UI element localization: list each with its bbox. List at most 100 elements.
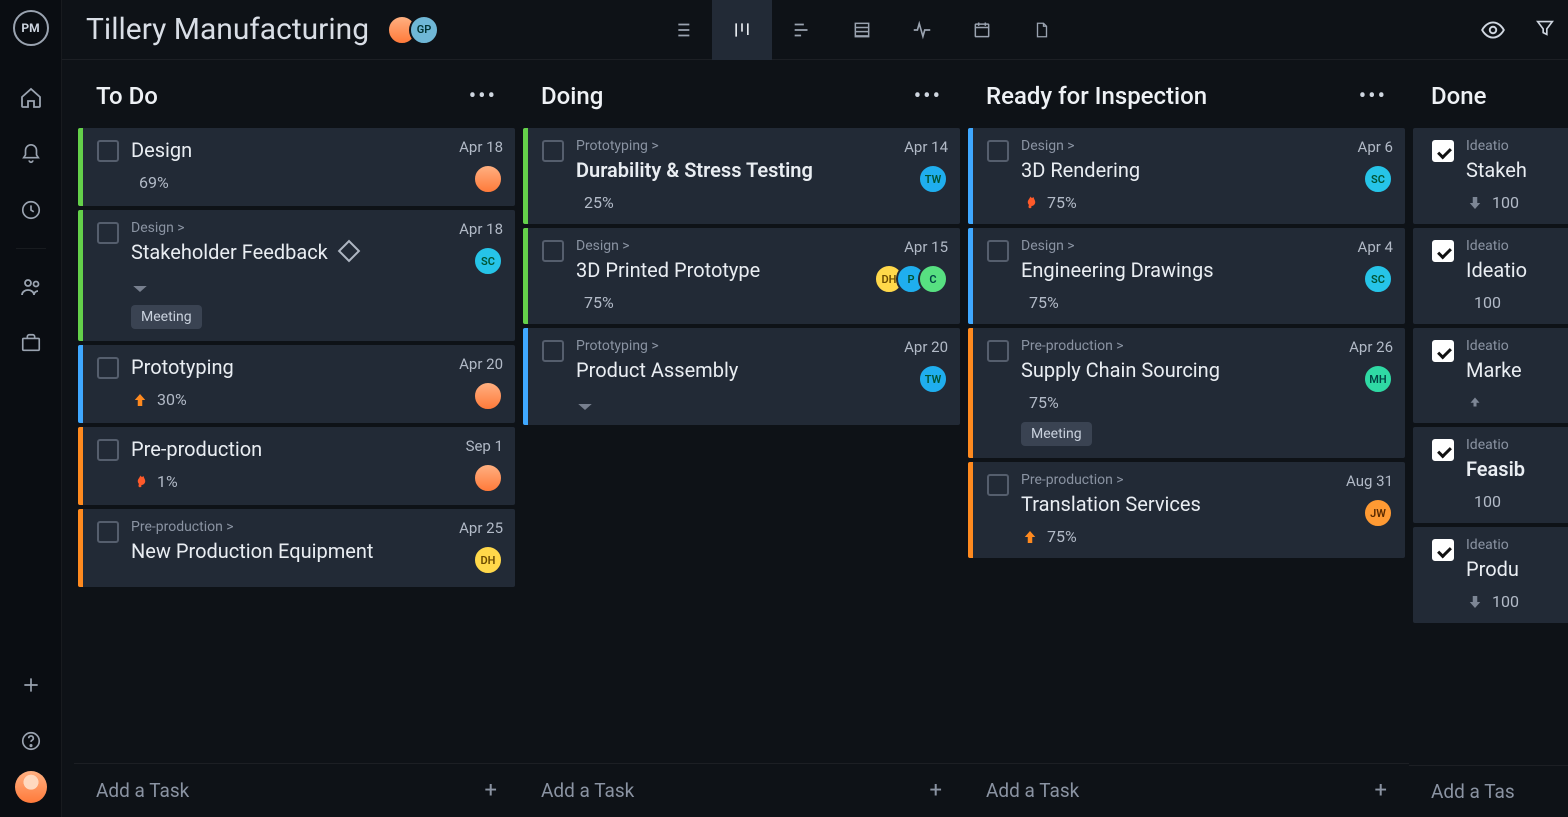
assignee-avatar[interactable] xyxy=(473,463,503,493)
parent-path: Design > xyxy=(576,238,870,254)
assignee-avatar[interactable]: DH xyxy=(473,545,503,575)
task-checkbox[interactable] xyxy=(987,340,1009,362)
task-card[interactable]: Design69%Apr 18 xyxy=(78,128,515,206)
task-card[interactable]: Prototyping >Product AssemblyApr 20TW xyxy=(523,328,960,425)
assignee-avatar[interactable]: SC xyxy=(1363,164,1393,194)
view-calendar[interactable] xyxy=(952,0,1012,60)
task-checkbox[interactable] xyxy=(97,439,119,461)
priority-icon xyxy=(131,391,149,409)
column-menu[interactable]: ••• xyxy=(1359,84,1387,109)
task-checkbox[interactable] xyxy=(1432,439,1454,461)
assignee-list[interactable]: SC xyxy=(481,246,503,276)
task-card[interactable]: Pre-production >New Production Equipment… xyxy=(78,509,515,587)
task-checkbox[interactable] xyxy=(542,240,564,262)
priority-icon xyxy=(131,473,149,491)
filter-button[interactable] xyxy=(1534,17,1556,43)
assignee-avatar[interactable]: MH xyxy=(1363,364,1393,394)
task-checkbox[interactable] xyxy=(97,222,119,244)
task-card[interactable]: Design >3D Printed Prototype75%Apr 15DHP… xyxy=(523,228,960,324)
nav-team[interactable] xyxy=(0,261,62,313)
column-menu[interactable]: ••• xyxy=(469,84,497,109)
add-task-button[interactable]: Add a Task+ xyxy=(74,763,519,817)
task-card[interactable]: Pre-production >Supply Chain Sourcing75%… xyxy=(968,328,1405,458)
view-files[interactable] xyxy=(1012,0,1072,60)
assignee-list[interactable]: MH xyxy=(1371,364,1393,394)
expand-chevron[interactable] xyxy=(576,401,880,413)
current-user-avatar[interactable] xyxy=(15,771,47,803)
task-card[interactable]: Prototyping >Durability & Stress Testing… xyxy=(523,128,960,224)
task-card[interactable]: IdeatioProdu100 xyxy=(1413,527,1568,623)
nav-notifications[interactable] xyxy=(0,128,62,180)
task-name: Ideatio xyxy=(1466,258,1490,283)
nav-add[interactable] xyxy=(0,659,62,711)
task-name: Marke xyxy=(1466,358,1490,383)
assignee-list[interactable]: TW xyxy=(926,164,948,194)
task-card[interactable]: IdeatioIdeatio100 xyxy=(1413,228,1568,324)
assignee-list[interactable]: SC xyxy=(1371,264,1393,294)
assignee-list[interactable] xyxy=(481,164,503,194)
progress-value: 75% xyxy=(1029,393,1059,412)
assignee-list[interactable] xyxy=(481,381,503,411)
nav-portfolio[interactable] xyxy=(0,317,62,369)
task-checkbox[interactable] xyxy=(987,140,1009,162)
task-checkbox[interactable] xyxy=(542,340,564,362)
view-sheet[interactable] xyxy=(832,0,892,60)
view-list[interactable] xyxy=(652,0,712,60)
view-board[interactable] xyxy=(712,0,772,60)
task-checkbox[interactable] xyxy=(1432,539,1454,561)
task-card[interactable]: Design >Engineering Drawings75%Apr 4SC xyxy=(968,228,1405,324)
project-title: Tillery Manufacturing xyxy=(86,12,369,47)
due-date: Apr 26 xyxy=(1349,338,1393,356)
task-checkbox[interactable] xyxy=(1432,140,1454,162)
assignee-list[interactable]: JW xyxy=(1371,498,1393,528)
task-card[interactable]: Pre-production >Translation Services75%A… xyxy=(968,462,1405,558)
assignee-list[interactable]: SC xyxy=(1371,164,1393,194)
task-card[interactable]: Design >Stakeholder Feedback MeetingApr … xyxy=(78,210,515,341)
assignee-list[interactable] xyxy=(481,463,503,493)
task-card[interactable]: IdeatioMarke xyxy=(1413,328,1568,423)
assignee-avatar[interactable] xyxy=(473,381,503,411)
assignee-list[interactable]: TW xyxy=(926,364,948,394)
add-task-button[interactable]: Add a Task+ xyxy=(519,763,964,817)
task-name: Stakeholder Feedback xyxy=(131,240,435,265)
project-members[interactable]: GP xyxy=(395,15,439,45)
assignee-avatar[interactable]: JW xyxy=(1363,498,1393,528)
assignee-avatar[interactable]: TW xyxy=(918,164,948,194)
assignee-avatar[interactable] xyxy=(473,164,503,194)
assignee-avatar[interactable]: C xyxy=(918,264,948,294)
kanban-board[interactable]: To Do•••Design69%Apr 18Design >Stakehold… xyxy=(62,60,1568,817)
task-checkbox[interactable] xyxy=(97,521,119,543)
nav-home[interactable] xyxy=(0,72,62,124)
view-gantt[interactable] xyxy=(772,0,832,60)
task-checkbox[interactable] xyxy=(987,240,1009,262)
nav-time[interactable] xyxy=(0,184,62,236)
task-checkbox[interactable] xyxy=(97,140,119,162)
nav-help[interactable] xyxy=(0,715,62,767)
task-checkbox[interactable] xyxy=(97,357,119,379)
member-avatar[interactable]: GP xyxy=(409,15,439,45)
task-checkbox[interactable] xyxy=(1432,240,1454,262)
task-card[interactable]: IdeatioStakeh100 xyxy=(1413,128,1568,224)
task-checkbox[interactable] xyxy=(1432,340,1454,362)
add-task-button[interactable]: Add a Tas xyxy=(1409,765,1568,817)
task-checkbox[interactable] xyxy=(542,140,564,162)
app-logo[interactable]: PM xyxy=(13,10,49,46)
assignee-list[interactable]: DHPC xyxy=(882,264,948,294)
assignee-avatar[interactable]: SC xyxy=(1363,264,1393,294)
task-card[interactable]: IdeatioFeasib100 xyxy=(1413,427,1568,523)
task-checkbox[interactable] xyxy=(987,474,1009,496)
column-menu[interactable]: ••• xyxy=(914,84,942,109)
task-card[interactable]: Prototyping30%Apr 20 xyxy=(78,345,515,423)
visibility-button[interactable] xyxy=(1480,17,1506,43)
assignee-avatar[interactable]: SC xyxy=(473,246,503,276)
assignee-list[interactable]: DH xyxy=(481,545,503,575)
expand-chevron[interactable] xyxy=(131,283,435,295)
task-card[interactable]: Pre-production1%Sep 1 xyxy=(78,427,515,505)
task-card[interactable]: Design >3D Rendering75%Apr 6SC xyxy=(968,128,1405,224)
task-name: 3D Rendering xyxy=(1021,158,1325,183)
add-task-button[interactable]: Add a Task+ xyxy=(964,763,1409,817)
view-activity[interactable] xyxy=(892,0,952,60)
column: To Do•••Design69%Apr 18Design >Stakehold… xyxy=(74,74,519,817)
due-date: Apr 20 xyxy=(904,338,948,356)
assignee-avatar[interactable]: TW xyxy=(918,364,948,394)
